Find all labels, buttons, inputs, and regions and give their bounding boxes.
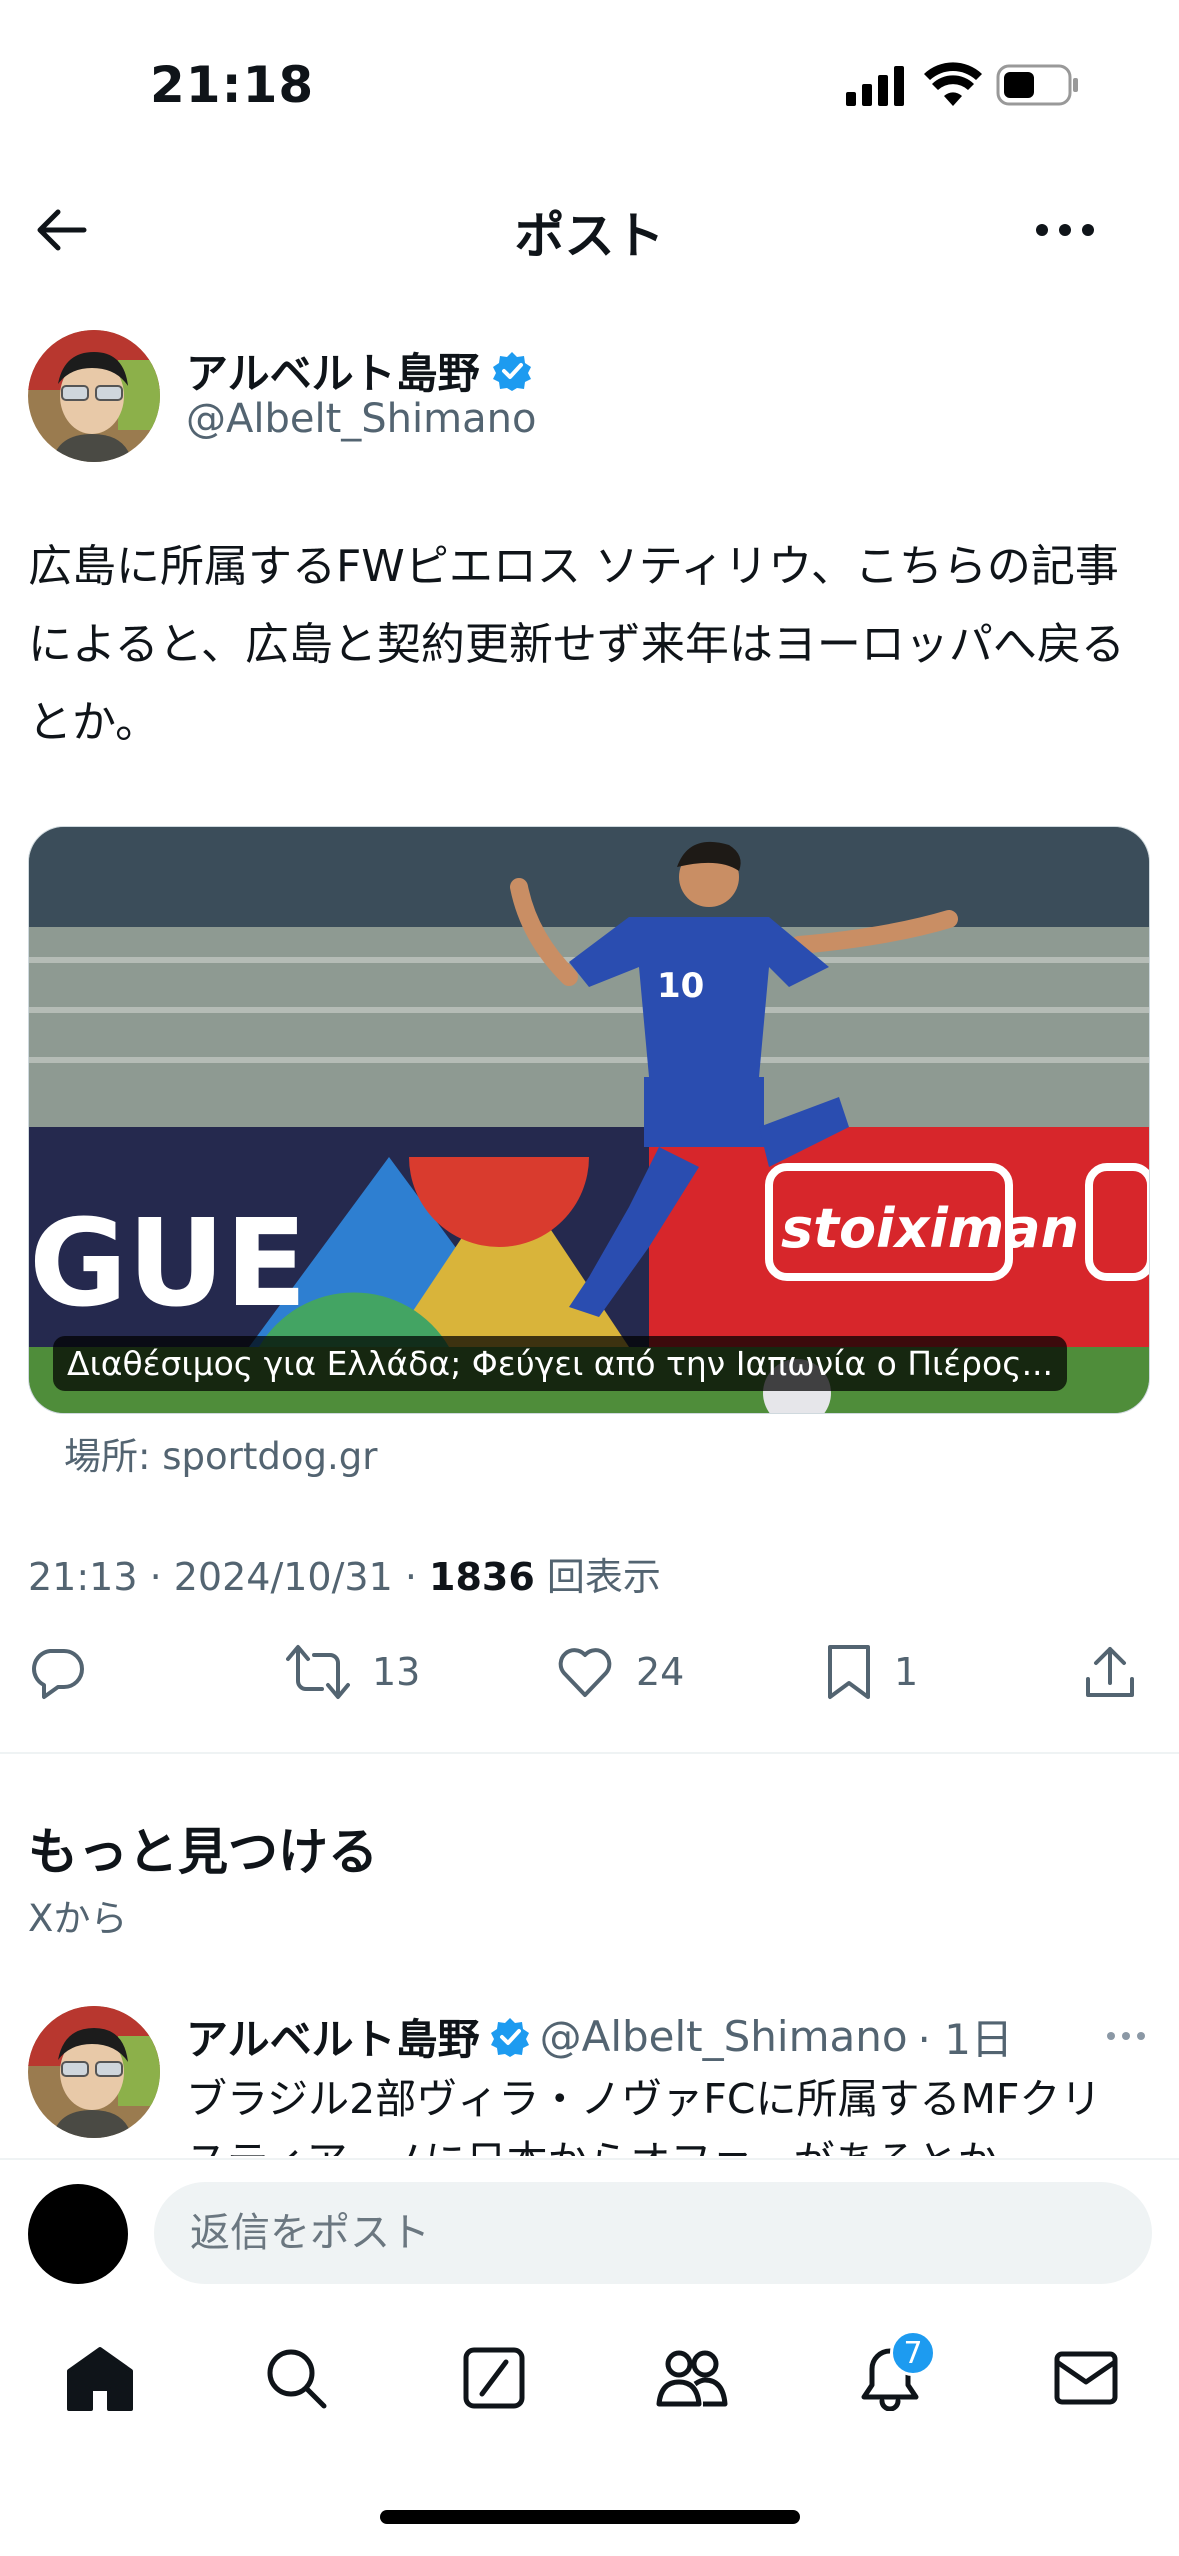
- tab-bar: 7: [0, 2308, 1179, 2458]
- author-handle[interactable]: @Albelt_Shimano: [186, 396, 536, 442]
- sponsor-text: stoiximan: [781, 1197, 1079, 1260]
- battery-icon: [996, 64, 1078, 106]
- author-handle[interactable]: @Albelt_Shimano: [540, 2012, 908, 2061]
- heart-icon: [558, 1648, 612, 1697]
- bookmark-button[interactable]: 1: [826, 1642, 918, 1702]
- share-icon: [1086, 1647, 1134, 1697]
- jersey-number: 10: [657, 966, 704, 1006]
- reply-bar: [0, 2158, 1179, 2308]
- recommended-post-text: ブラジル2部ヴィラ・ノヴァFCに所属するMFクリスティアーノに日本からオファーが…: [186, 2075, 1102, 2156]
- article-image: GUE stoiximan 10: [29, 827, 1149, 1413]
- tab-search[interactable]: [256, 2338, 336, 2418]
- repost-button[interactable]: 13: [286, 1642, 420, 1702]
- signal-icon: [846, 66, 904, 106]
- home-indicator: [380, 2510, 800, 2524]
- more-horizontal-icon: [1107, 2032, 1145, 2040]
- communities-icon: [656, 2350, 728, 2407]
- avatar[interactable]: [28, 330, 160, 462]
- more-options-button[interactable]: [1106, 2026, 1146, 2045]
- nav-header: ポスト: [0, 170, 1179, 290]
- link-card-caption: Διαθέσιμος για Ελλάδα; Φεύγει από την Ια…: [53, 1336, 1068, 1391]
- link-source[interactable]: 場所: sportdog.gr: [64, 1426, 377, 1480]
- tab-home[interactable]: [60, 2338, 140, 2418]
- notification-badge: 7: [890, 2330, 936, 2376]
- tab-grok[interactable]: [454, 2338, 534, 2418]
- section-title: もっと見つける: [28, 1823, 378, 1881]
- divider: [0, 1752, 1179, 1754]
- repost-icon: [286, 1645, 350, 1699]
- link-card[interactable]: GUE stoiximan 10 Διαθέσιμος για Ελλάδα; …: [28, 826, 1150, 1414]
- post-timestamp: 21:13 · 2024/10/31 ·: [28, 1555, 430, 1599]
- page-title: ポスト: [514, 207, 665, 265]
- status-time: 21:18: [150, 56, 315, 114]
- author-name[interactable]: アルベルト島野: [186, 2006, 480, 2067]
- tab-notifications[interactable]: 7: [850, 2330, 936, 2418]
- repost-count: 13: [372, 1650, 421, 1694]
- post-author: アルベルト島野 @Albelt_Shimano: [28, 330, 1148, 470]
- reply-button[interactable]: [28, 1642, 86, 1702]
- views-label: 回表示: [534, 1555, 661, 1599]
- user-avatar[interactable]: [28, 2184, 128, 2284]
- recommended-post[interactable]: アルベルト島野 @Albelt_Shimano · 1日 ブラジル2部ヴィラ・ノ…: [28, 2006, 1158, 2156]
- banner-text: GUE: [29, 1195, 307, 1334]
- search-icon: [267, 2349, 327, 2409]
- bookmark-count: 1: [894, 1650, 919, 1694]
- recommended-post-header: アルベルト島野 @Albelt_Shimano · 1日: [186, 2006, 1013, 2067]
- comment-icon: [32, 1649, 84, 1699]
- like-count: 24: [636, 1650, 685, 1694]
- grok-icon: [463, 2347, 525, 2409]
- status-bar: 21:18: [0, 0, 1179, 170]
- views-count: 1836: [429, 1555, 535, 1599]
- wifi-icon: [924, 62, 982, 106]
- avatar[interactable]: [28, 2006, 160, 2138]
- tab-messages[interactable]: [1046, 2338, 1126, 2418]
- post-meta: 21:13 · 2024/10/31 · 1836 回表示: [28, 1546, 661, 1601]
- tab-communities[interactable]: [652, 2338, 732, 2418]
- more-options-button[interactable]: [1030, 198, 1100, 262]
- post-text: 広島に所属するFWピエロス ソティリウ、こちらの記事によると、広島と契約更新せず…: [28, 541, 1125, 748]
- author-name-text: アルベルト島野: [186, 349, 480, 398]
- post-actions: 13 24 1: [0, 1628, 1179, 1718]
- section-subtitle: Xから: [28, 1897, 128, 1940]
- verified-badge-icon: [492, 351, 531, 391]
- author-name[interactable]: アルベルト島野: [186, 340, 532, 401]
- verified-badge-icon: [490, 2017, 529, 2057]
- mail-icon: [1054, 2351, 1118, 2405]
- bookmark-icon: [828, 1645, 870, 1699]
- reply-input[interactable]: [154, 2182, 1152, 2284]
- home-icon: [67, 2347, 133, 2411]
- post-time: · 1日: [917, 2015, 1013, 2064]
- share-button[interactable]: [1084, 1642, 1136, 1702]
- like-button[interactable]: 24: [556, 1642, 684, 1702]
- more-horizontal-icon: [1036, 224, 1094, 236]
